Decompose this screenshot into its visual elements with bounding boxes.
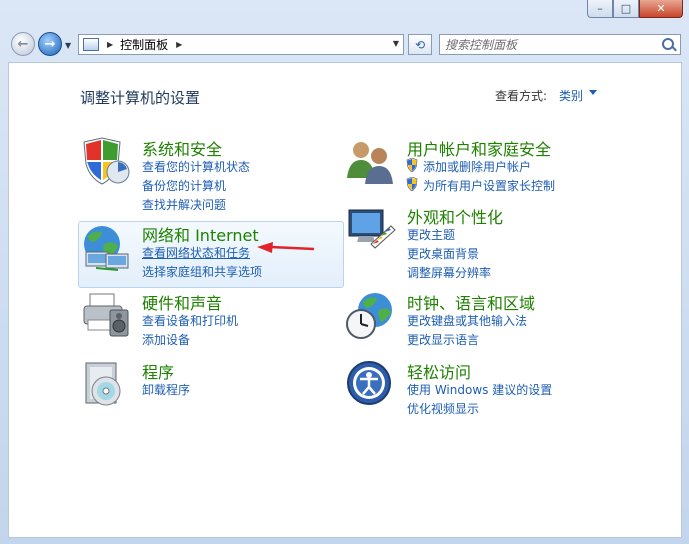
category-title[interactable]: 硬件和声音 [142,290,222,314]
link-recommended-settings[interactable]: 使用 Windows 建议的设置 [407,381,552,398]
category-title[interactable]: 用户帐户和家庭安全 [407,136,551,160]
search-icon[interactable] [662,38,674,50]
clock-globe-icon [346,293,392,339]
link-network-status[interactable]: 查看网络状态和任务 [142,244,250,261]
category-title[interactable]: 轻松访问 [407,359,471,383]
link-backup-computer[interactable]: 备份您的计算机 [142,177,226,194]
content-pane: 调整计算机的设置 查看方式: 类别 系统和安全 查看您的计算机状态 备份您的计算… [8,62,682,538]
category-title[interactable]: 程序 [142,359,174,383]
link-desktop-background[interactable]: 更改桌面背景 [407,245,479,262]
category-title[interactable]: 外观和个性化 [407,204,503,228]
uac-shield-icon [406,158,418,172]
category-title[interactable]: 系统和安全 [142,136,222,160]
link-change-keyboard[interactable]: 更改键盘或其他输入法 [407,312,527,329]
minimize-button[interactable]: – [587,0,613,18]
search-box[interactable] [439,34,681,55]
programs-icon [85,362,121,406]
link-parental-controls[interactable]: 为所有用户设置家长控制 [423,177,555,194]
appearance-monitor-icon [348,209,396,249]
link-screen-resolution[interactable]: 调整屏幕分辨率 [407,264,491,281]
search-input[interactable] [445,36,655,53]
view-by-dropdown-icon[interactable] [589,90,597,95]
view-by-label: 查看方式: [495,89,548,103]
control-panel-icon [83,38,99,51]
link-optimize-display[interactable]: 优化视频显示 [407,400,479,417]
link-troubleshoot[interactable]: 查找并解决问题 [142,196,226,213]
category-title[interactable]: 时钟、语言和区域 [407,290,535,314]
shield-icon [83,137,130,185]
link-display-language[interactable]: 更改显示语言 [407,331,479,348]
annotation-arrow [257,242,315,253]
printer-icon [83,293,129,337]
link-devices-printers[interactable]: 查看设备和打印机 [142,312,238,329]
maximize-button[interactable]: □ [613,0,639,18]
ease-of-access-icon [347,361,391,405]
link-view-computer-status[interactable]: 查看您的计算机状态 [142,158,250,175]
link-uninstall-program[interactable]: 卸载程序 [142,381,190,398]
view-by-select[interactable]: 类别 [559,87,583,104]
network-globe-icon [84,226,129,271]
close-button[interactable]: ✕ [639,0,683,18]
refresh-button[interactable]: ⟲ [408,34,432,55]
chevron-right-icon[interactable]: ▶ [107,40,113,49]
caption-buttons: – □ ✕ [587,0,683,20]
chevron-right-icon[interactable]: ▶ [176,40,182,49]
back-button[interactable]: ← [11,32,35,56]
category-title[interactable]: 网络和 Internet [142,222,259,246]
window-frame: – □ ✕ ← → ▼ ▶ 控制面板 ▶ ▼ ⟲ 调整计算机的设置 查看方式: … [0,0,689,544]
forward-button[interactable]: → [38,32,62,56]
address-dropdown-icon[interactable]: ▼ [393,39,399,48]
users-icon [347,142,393,184]
uac-shield-icon [406,177,418,191]
navigation-bar: ← → ▼ ▶ 控制面板 ▶ ▼ ⟲ [0,28,689,62]
link-add-device[interactable]: 添加设备 [142,331,190,348]
link-change-theme[interactable]: 更改主题 [407,226,455,243]
address-bar[interactable]: ▶ 控制面板 ▶ ▼ [78,34,404,55]
link-add-remove-accounts[interactable]: 添加或删除用户帐户 [423,158,531,175]
page-title: 调整计算机的设置 [80,89,201,107]
link-homegroup-sharing[interactable]: 选择家庭组和共享选项 [142,263,262,280]
breadcrumb-control-panel[interactable]: 控制面板 [120,36,168,53]
history-dropdown-icon[interactable]: ▼ [65,41,71,50]
